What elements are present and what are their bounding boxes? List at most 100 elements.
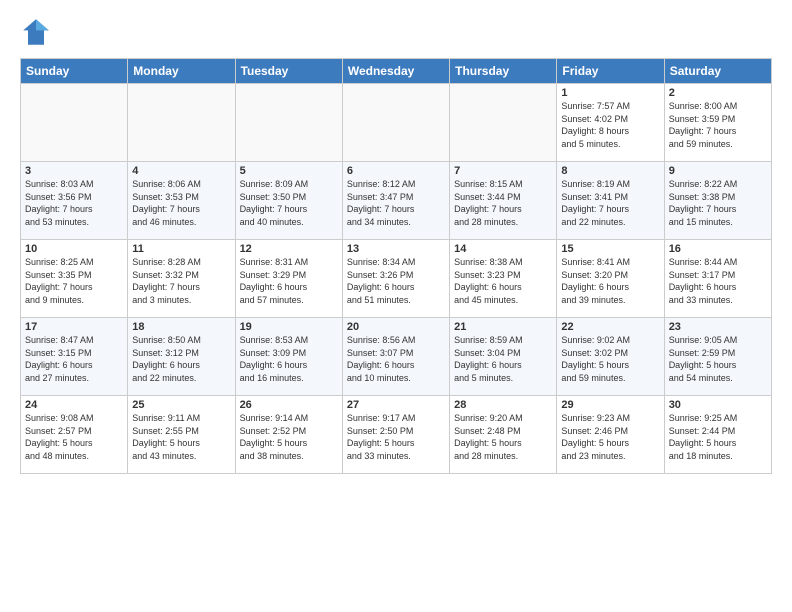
calendar-weekday-friday: Friday [557,59,664,84]
calendar-week-row: 3Sunrise: 8:03 AM Sunset: 3:56 PM Daylig… [21,162,772,240]
calendar-week-row: 17Sunrise: 8:47 AM Sunset: 3:15 PM Dayli… [21,318,772,396]
calendar-cell: 1Sunrise: 7:57 AM Sunset: 4:02 PM Daylig… [557,84,664,162]
calendar-week-row: 1Sunrise: 7:57 AM Sunset: 4:02 PM Daylig… [21,84,772,162]
day-number: 3 [25,165,123,177]
calendar-cell [342,84,449,162]
calendar-cell: 3Sunrise: 8:03 AM Sunset: 3:56 PM Daylig… [21,162,128,240]
day-number: 14 [454,243,552,255]
day-info: Sunrise: 8:50 AM Sunset: 3:12 PM Dayligh… [132,334,230,384]
calendar-cell: 6Sunrise: 8:12 AM Sunset: 3:47 PM Daylig… [342,162,449,240]
day-info: Sunrise: 8:28 AM Sunset: 3:32 PM Dayligh… [132,256,230,306]
day-info: Sunrise: 8:53 AM Sunset: 3:09 PM Dayligh… [240,334,338,384]
calendar-weekday-thursday: Thursday [450,59,557,84]
calendar-cell: 13Sunrise: 8:34 AM Sunset: 3:26 PM Dayli… [342,240,449,318]
calendar-week-row: 24Sunrise: 9:08 AM Sunset: 2:57 PM Dayli… [21,396,772,474]
day-number: 26 [240,399,338,411]
calendar-cell: 9Sunrise: 8:22 AM Sunset: 3:38 PM Daylig… [664,162,771,240]
calendar-cell: 8Sunrise: 8:19 AM Sunset: 3:41 PM Daylig… [557,162,664,240]
day-info: Sunrise: 8:38 AM Sunset: 3:23 PM Dayligh… [454,256,552,306]
calendar-cell: 10Sunrise: 8:25 AM Sunset: 3:35 PM Dayli… [21,240,128,318]
calendar-cell: 22Sunrise: 9:02 AM Sunset: 3:02 PM Dayli… [557,318,664,396]
day-number: 15 [561,243,659,255]
calendar-cell: 19Sunrise: 8:53 AM Sunset: 3:09 PM Dayli… [235,318,342,396]
day-info: Sunrise: 9:02 AM Sunset: 3:02 PM Dayligh… [561,334,659,384]
calendar-cell: 24Sunrise: 9:08 AM Sunset: 2:57 PM Dayli… [21,396,128,474]
calendar-cell: 7Sunrise: 8:15 AM Sunset: 3:44 PM Daylig… [450,162,557,240]
day-info: Sunrise: 7:57 AM Sunset: 4:02 PM Dayligh… [561,100,659,150]
calendar-cell [235,84,342,162]
day-info: Sunrise: 8:25 AM Sunset: 3:35 PM Dayligh… [25,256,123,306]
day-number: 16 [669,243,767,255]
day-number: 11 [132,243,230,255]
day-number: 20 [347,321,445,333]
day-number: 7 [454,165,552,177]
calendar-cell: 4Sunrise: 8:06 AM Sunset: 3:53 PM Daylig… [128,162,235,240]
day-info: Sunrise: 9:11 AM Sunset: 2:55 PM Dayligh… [132,412,230,462]
calendar-cell: 11Sunrise: 8:28 AM Sunset: 3:32 PM Dayli… [128,240,235,318]
day-info: Sunrise: 9:17 AM Sunset: 2:50 PM Dayligh… [347,412,445,462]
day-number: 12 [240,243,338,255]
calendar-cell: 18Sunrise: 8:50 AM Sunset: 3:12 PM Dayli… [128,318,235,396]
day-number: 22 [561,321,659,333]
calendar-cell: 28Sunrise: 9:20 AM Sunset: 2:48 PM Dayli… [450,396,557,474]
calendar-cell: 21Sunrise: 8:59 AM Sunset: 3:04 PM Dayli… [450,318,557,396]
day-info: Sunrise: 8:22 AM Sunset: 3:38 PM Dayligh… [669,178,767,228]
calendar-cell: 30Sunrise: 9:25 AM Sunset: 2:44 PM Dayli… [664,396,771,474]
calendar-cell: 25Sunrise: 9:11 AM Sunset: 2:55 PM Dayli… [128,396,235,474]
day-info: Sunrise: 8:47 AM Sunset: 3:15 PM Dayligh… [25,334,123,384]
calendar-week-row: 10Sunrise: 8:25 AM Sunset: 3:35 PM Dayli… [21,240,772,318]
calendar-weekday-wednesday: Wednesday [342,59,449,84]
day-info: Sunrise: 8:06 AM Sunset: 3:53 PM Dayligh… [132,178,230,228]
day-info: Sunrise: 9:25 AM Sunset: 2:44 PM Dayligh… [669,412,767,462]
calendar-cell: 15Sunrise: 8:41 AM Sunset: 3:20 PM Dayli… [557,240,664,318]
day-info: Sunrise: 8:31 AM Sunset: 3:29 PM Dayligh… [240,256,338,306]
day-info: Sunrise: 8:15 AM Sunset: 3:44 PM Dayligh… [454,178,552,228]
calendar-cell [128,84,235,162]
day-number: 29 [561,399,659,411]
calendar-cell: 16Sunrise: 8:44 AM Sunset: 3:17 PM Dayli… [664,240,771,318]
calendar-cell: 23Sunrise: 9:05 AM Sunset: 2:59 PM Dayli… [664,318,771,396]
calendar-cell [450,84,557,162]
day-number: 9 [669,165,767,177]
day-info: Sunrise: 8:44 AM Sunset: 3:17 PM Dayligh… [669,256,767,306]
calendar-header-row: SundayMondayTuesdayWednesdayThursdayFrid… [21,59,772,84]
day-info: Sunrise: 8:34 AM Sunset: 3:26 PM Dayligh… [347,256,445,306]
day-number: 2 [669,87,767,99]
day-info: Sunrise: 8:03 AM Sunset: 3:56 PM Dayligh… [25,178,123,228]
calendar-cell: 29Sunrise: 9:23 AM Sunset: 2:46 PM Dayli… [557,396,664,474]
day-info: Sunrise: 8:56 AM Sunset: 3:07 PM Dayligh… [347,334,445,384]
day-number: 17 [25,321,123,333]
day-info: Sunrise: 9:23 AM Sunset: 2:46 PM Dayligh… [561,412,659,462]
day-info: Sunrise: 9:08 AM Sunset: 2:57 PM Dayligh… [25,412,123,462]
day-info: Sunrise: 8:59 AM Sunset: 3:04 PM Dayligh… [454,334,552,384]
day-number: 30 [669,399,767,411]
calendar-cell: 26Sunrise: 9:14 AM Sunset: 2:52 PM Dayli… [235,396,342,474]
header [20,16,772,48]
day-number: 1 [561,87,659,99]
day-number: 6 [347,165,445,177]
day-info: Sunrise: 9:20 AM Sunset: 2:48 PM Dayligh… [454,412,552,462]
day-info: Sunrise: 8:19 AM Sunset: 3:41 PM Dayligh… [561,178,659,228]
day-number: 25 [132,399,230,411]
calendar-cell: 27Sunrise: 9:17 AM Sunset: 2:50 PM Dayli… [342,396,449,474]
calendar-cell: 20Sunrise: 8:56 AM Sunset: 3:07 PM Dayli… [342,318,449,396]
day-number: 23 [669,321,767,333]
day-number: 24 [25,399,123,411]
day-number: 28 [454,399,552,411]
calendar-cell: 5Sunrise: 8:09 AM Sunset: 3:50 PM Daylig… [235,162,342,240]
day-number: 13 [347,243,445,255]
day-info: Sunrise: 8:09 AM Sunset: 3:50 PM Dayligh… [240,178,338,228]
day-number: 10 [25,243,123,255]
day-number: 4 [132,165,230,177]
calendar-weekday-monday: Monday [128,59,235,84]
day-number: 21 [454,321,552,333]
day-number: 19 [240,321,338,333]
calendar-cell: 17Sunrise: 8:47 AM Sunset: 3:15 PM Dayli… [21,318,128,396]
day-info: Sunrise: 8:00 AM Sunset: 3:59 PM Dayligh… [669,100,767,150]
calendar-cell: 2Sunrise: 8:00 AM Sunset: 3:59 PM Daylig… [664,84,771,162]
day-info: Sunrise: 9:05 AM Sunset: 2:59 PM Dayligh… [669,334,767,384]
day-number: 18 [132,321,230,333]
calendar-cell [21,84,128,162]
day-info: Sunrise: 8:12 AM Sunset: 3:47 PM Dayligh… [347,178,445,228]
day-info: Sunrise: 9:14 AM Sunset: 2:52 PM Dayligh… [240,412,338,462]
